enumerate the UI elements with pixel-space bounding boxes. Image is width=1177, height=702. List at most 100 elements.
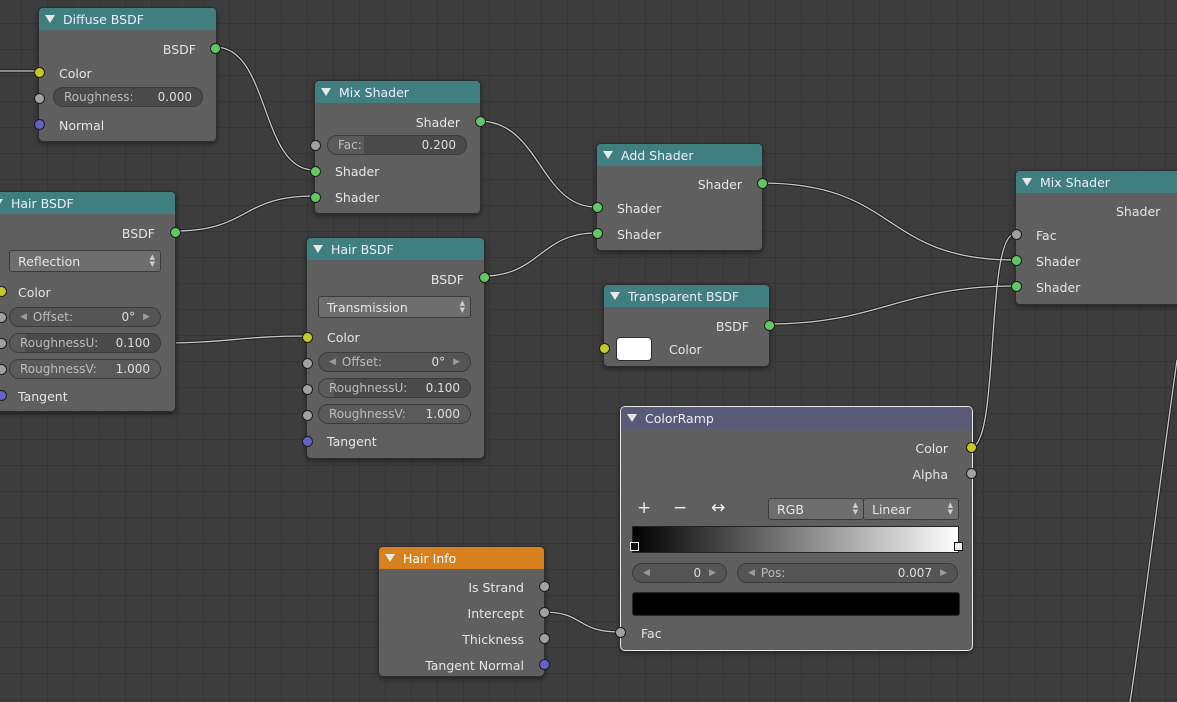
link-shadow — [173, 194, 315, 233]
collapse-triangle-icon[interactable] — [0, 199, 3, 207]
socket-shader-in-1[interactable] — [1011, 255, 1022, 266]
socket-thickness-out[interactable] — [539, 633, 550, 644]
socket-intercept-out[interactable] — [539, 607, 550, 618]
flip-ramp-icon[interactable]: ↔ — [711, 500, 725, 517]
collapse-triangle-icon[interactable] — [627, 414, 637, 422]
socket-offset-in[interactable] — [0, 312, 7, 323]
socket-fac-in[interactable] — [310, 140, 321, 151]
socket-color-in[interactable] — [34, 67, 45, 78]
socket-shader-out[interactable] — [757, 178, 768, 189]
roughness-u-field[interactable]: RoughnessU: 0.100 — [318, 378, 471, 398]
stop-color-swatch[interactable] — [632, 592, 960, 616]
left-arrow-icon[interactable]: ◀ — [643, 568, 650, 578]
collapse-triangle-icon[interactable] — [321, 88, 331, 96]
socket-offset-in[interactable] — [302, 358, 313, 369]
hair-info-node[interactable]: Hair Info Is Strand Intercept Thickness … — [378, 546, 550, 677]
colorramp-node[interactable]: ColorRamp Color Alpha + − ↔ RGB ▲ ▼ Linear… — [615, 406, 977, 651]
node-header[interactable]: Hair BSDF — [307, 238, 484, 260]
offset-field[interactable]: ◀ Offset: 0° ▶ — [318, 352, 471, 372]
roughness-u-field[interactable]: RoughnessU: 0.100 — [9, 333, 161, 353]
socket-shader-in-2[interactable] — [592, 228, 603, 239]
collapse-triangle-icon[interactable] — [610, 292, 620, 300]
socket-tangent-in[interactable] — [302, 436, 313, 447]
component-dropdown[interactable]: Reflection ▲ ▼ — [9, 250, 161, 272]
socket-bsdf-out[interactable] — [764, 320, 775, 331]
socket-tangent-normal-out[interactable] — [539, 659, 550, 670]
socket-label: Intercept — [467, 605, 524, 621]
offset-field[interactable]: ◀ Offset: 0° ▶ — [9, 307, 161, 327]
socket-color-in[interactable] — [599, 343, 610, 354]
socket-alpha-out[interactable] — [966, 468, 977, 479]
socket-is-strand-out[interactable] — [539, 581, 550, 592]
socket-color-in[interactable] — [302, 332, 313, 343]
socket-fac-in[interactable] — [1011, 229, 1022, 240]
field-label: Roughness: — [64, 90, 134, 104]
ramp-stop-0[interactable] — [630, 542, 639, 551]
collapse-triangle-icon[interactable] — [1022, 178, 1032, 186]
left-arrow-icon[interactable]: ◀ — [748, 568, 755, 578]
add-stop-icon[interactable]: + — [637, 500, 651, 517]
socket-roughness-u-in[interactable] — [0, 338, 7, 349]
ramp-stop-1[interactable] — [954, 542, 963, 551]
socket-shader-out[interactable] — [475, 116, 486, 127]
node-header[interactable]: Diffuse BSDF — [39, 8, 216, 30]
socket-bsdf-out[interactable] — [210, 43, 221, 54]
socket-label: Shader — [335, 163, 380, 179]
remove-stop-icon[interactable]: − — [673, 500, 687, 517]
fac-field[interactable]: Fac: 0.200 — [327, 135, 467, 155]
field-value: 0.200 — [421, 138, 456, 152]
left-arrow-icon[interactable]: ◀ — [20, 312, 27, 322]
field-value: 1.000 — [425, 407, 460, 421]
color-ramp-bar[interactable] — [632, 526, 959, 553]
node-header[interactable]: Hair Info — [379, 547, 544, 569]
node-header[interactable]: Mix Shader — [315, 81, 480, 103]
right-arrow-icon[interactable]: ▶ — [453, 357, 460, 367]
transparent-bsdf-node[interactable]: Transparent BSDF BSDF Color — [599, 284, 775, 367]
color-mode-dropdown[interactable]: RGB ▲ ▼ — [768, 498, 864, 520]
socket-shader-in-2[interactable] — [1011, 281, 1022, 292]
node-header[interactable]: Add Shader — [597, 144, 762, 166]
socket-roughness-u-in[interactable] — [302, 384, 313, 395]
right-arrow-icon[interactable]: ▶ — [143, 312, 150, 322]
color-swatch[interactable] — [616, 337, 652, 361]
collapse-triangle-icon[interactable] — [45, 15, 55, 23]
node-header[interactable]: Transparent BSDF — [604, 285, 769, 307]
collapse-triangle-icon[interactable] — [603, 151, 613, 159]
socket-shader-in-2[interactable] — [310, 192, 321, 203]
socket-shader-in-1[interactable] — [592, 202, 603, 213]
roughness-field[interactable]: Roughness: 0.000 — [53, 87, 203, 107]
right-arrow-icon[interactable]: ▶ — [940, 568, 947, 578]
socket-roughness-v-in[interactable] — [0, 364, 7, 375]
socket-fac-in[interactable] — [615, 627, 626, 638]
node-header[interactable]: Hair BSDF — [0, 192, 175, 214]
diffuse-bsdf-node[interactable]: Diffuse BSDF BSDF Color Roughness: 0.000 … — [34, 7, 221, 142]
right-arrow-icon[interactable]: ▶ — [709, 568, 716, 578]
mix-shader-node-1[interactable]: Mix Shader Shader Fac: 0.200 Shader Shade… — [310, 80, 486, 214]
hair-bsdf-node-2[interactable]: Hair BSDF BSDF Transmission ▲ ▼ Color ◀ Off… — [302, 237, 490, 459]
socket-color-out[interactable] — [966, 442, 977, 453]
interpolation-dropdown[interactable]: Linear ▲ ▼ — [863, 498, 959, 520]
socket-normal-in[interactable] — [34, 119, 45, 130]
socket-roughness-in[interactable] — [34, 93, 45, 104]
socket-roughness-v-in[interactable] — [302, 410, 313, 421]
node-header[interactable]: Mix Shader — [1016, 171, 1177, 193]
left-arrow-icon[interactable]: ◀ — [329, 357, 336, 367]
output-shader: Shader — [315, 109, 480, 135]
socket-label: BSDF — [162, 41, 196, 57]
socket-bsdf-out[interactable] — [479, 272, 490, 283]
roughness-v-field[interactable]: RoughnessV: 1.000 — [318, 404, 471, 424]
socket-shader-in-1[interactable] — [310, 166, 321, 177]
add-shader-node[interactable]: Add Shader Shader Shader Shader — [592, 143, 768, 251]
link-hair1-to-mix — [173, 195, 315, 232]
stop-position-field[interactable]: ◀ Pos: 0.007 ▶ — [737, 563, 958, 583]
socket-bsdf-out[interactable] — [170, 227, 181, 238]
node-header[interactable]: ColorRamp — [621, 407, 972, 429]
stop-index-field[interactable]: ◀ 0 ▶ — [632, 563, 727, 583]
hair-bsdf-node-1[interactable]: Hair BSDF BSDF Reflection ▲ ▼ Color ◀ Offse… — [0, 191, 181, 412]
collapse-triangle-icon[interactable] — [313, 245, 323, 253]
collapse-triangle-icon[interactable] — [385, 554, 395, 562]
component-dropdown[interactable]: Transmission ▲ ▼ — [318, 296, 471, 318]
mix-shader-node-2[interactable]: Mix Shader Shader Fac Shader Shader — [1011, 170, 1177, 305]
dropdown-value: Reflection — [18, 253, 81, 269]
roughness-v-field[interactable]: RoughnessV: 1.000 — [9, 359, 161, 379]
